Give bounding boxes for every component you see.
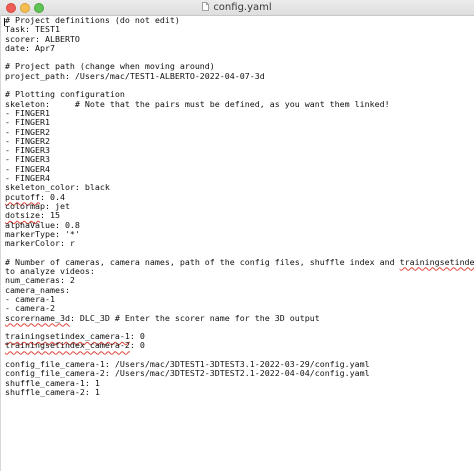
text-line[interactable]: camera_names:	[5, 285, 471, 295]
text-line[interactable]: - FINGER3	[5, 146, 471, 155]
text-line[interactable]: colormap: jet	[5, 201, 471, 211]
text-line[interactable]: num_cameras: 2	[5, 276, 471, 285]
title-bar[interactable]: config.yaml	[0, 0, 474, 16]
text-line[interactable]: shuffle_camera-2: 1	[5, 386, 471, 397]
text-segment: : DLC_3D # Enter the scorer name for the…	[69, 312, 320, 323]
misspelled-word: trainingsetindex	[399, 256, 474, 267]
text-line[interactable]: scorer: ALBERTO	[5, 34, 471, 44]
text-line[interactable]: - FINGER2	[5, 136, 471, 146]
text-line[interactable]: date: Apr7	[5, 42, 471, 53]
text-line[interactable]: - FINGER1	[5, 118, 471, 127]
text-editing-area[interactable]: # Project definitions (do not edit) Task:…	[0, 15, 474, 471]
text-segment: : 0	[129, 340, 145, 351]
document-icon	[202, 2, 210, 11]
text-line[interactable]: # Project definitions (do not edit)	[5, 15, 471, 25]
misspelled-word: scorername_3d	[5, 312, 70, 323]
text-segment: project_path: /Users/mac/TEST1-ALBERTO-2…	[5, 70, 265, 81]
text-segment: markerColor: r	[5, 238, 75, 249]
text-editor-window: config.yaml # Project definitions (do no…	[0, 0, 474, 471]
text-line[interactable]: markerColor: r	[5, 238, 471, 249]
text-line[interactable]: - FINGER1	[5, 108, 471, 118]
text-line[interactable]: pcutoff: 0.4	[5, 192, 471, 202]
window-title-container: config.yaml	[0, 0, 474, 15]
text-line[interactable]: project_path: /Users/mac/TEST1-ALBERTO-2…	[5, 70, 471, 81]
text-line[interactable]: skeleton: # Note that the pairs must be …	[5, 98, 471, 109]
text-line[interactable]: trainingsetindex_camera-2: 0	[5, 341, 471, 350]
window-title: config.yaml	[213, 2, 272, 13]
text-line[interactable]: skeleton_color: black	[5, 183, 471, 192]
text-segment: date: Apr7	[5, 42, 55, 53]
text-segment: skeleton: # Note that the pairs must be …	[5, 98, 390, 109]
text-line[interactable]: - camera-1	[5, 294, 471, 304]
text-line[interactable]: - FINGER3	[5, 155, 471, 164]
text-line[interactable]: - FINGER2	[5, 127, 471, 137]
text-line[interactable]: scorername_3d: DLC_3D # Enter the scorer…	[5, 312, 471, 323]
misspelled-word: trainingsetindex_camera-2	[5, 340, 130, 351]
text-line[interactable]: - FINGER4	[5, 164, 471, 174]
text-segment: shuffle_camera-2: 1	[5, 386, 100, 397]
document-text[interactable]: # Project definitions (do not edit) Task:…	[5, 15, 474, 397]
